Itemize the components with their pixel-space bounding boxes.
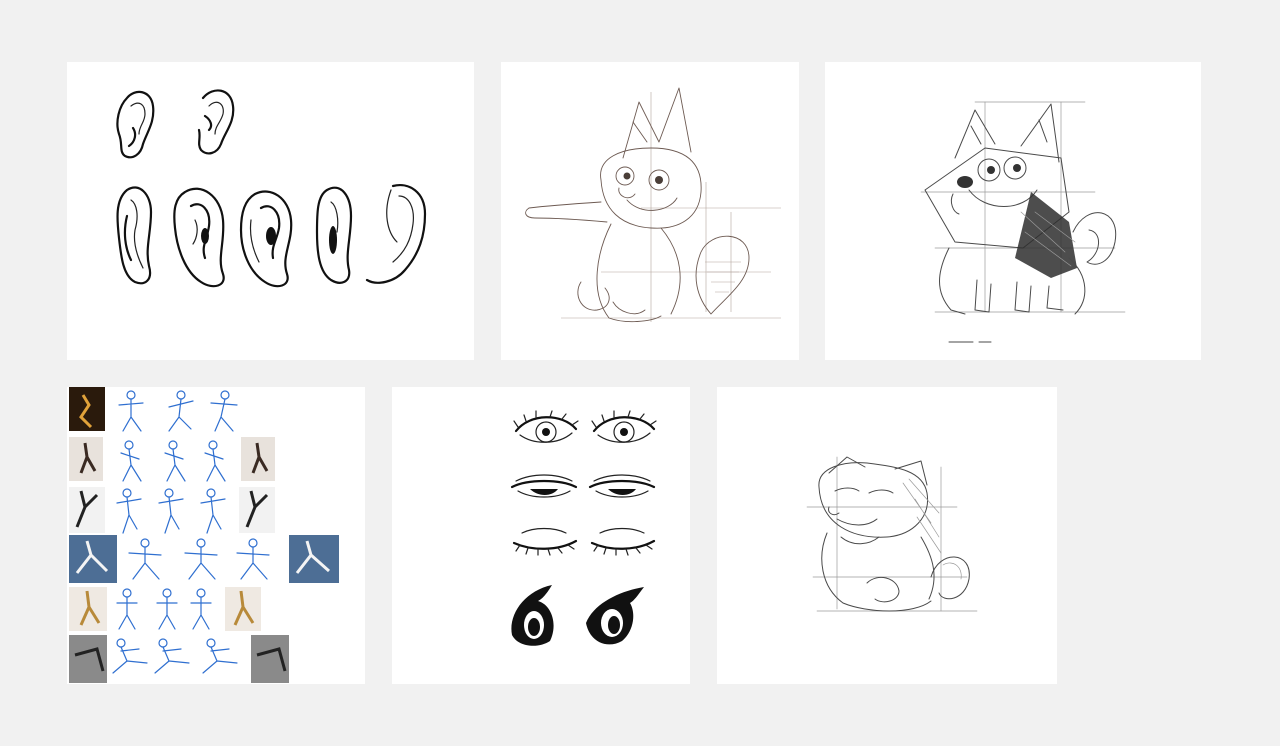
eye-open-right [591,410,657,443]
fox-sketch-card[interactable] [501,62,799,360]
husky-body [924,103,1117,315]
cat-construction-lines [806,456,978,612]
ear-large-5 [365,184,427,284]
fox-body [525,87,750,323]
eye-studies-drawing [510,410,657,646]
photo-tile [69,487,105,533]
eye-open-left [513,410,579,443]
eye-closed-left [512,527,578,556]
eye-closed-right [590,527,656,556]
ear-small-1 [116,90,155,159]
gesture-studies-card[interactable] [67,387,365,684]
husky-sketch-card[interactable] [825,62,1201,360]
ear-small-2 [197,89,235,155]
eye-half-right [588,474,656,498]
ear-studies-card[interactable] [67,62,474,360]
husky-construction-lines [920,101,1126,343]
photo-tile [251,635,289,683]
gesture-studies-drawing [69,387,339,683]
eye-anime-left [511,585,554,646]
fox-sketch-drawing [525,87,781,323]
ear-large-3 [239,190,293,288]
photo-tile [239,487,275,533]
eye-anime-right [586,587,644,645]
eye-studies-card[interactable] [392,387,690,684]
ear-studies-drawing [116,89,427,288]
reference-photos [69,387,339,683]
photo-tile [69,635,107,683]
ear-large-1 [116,186,153,285]
eye-half-left [510,474,578,498]
cat-sketch-drawing [806,456,978,612]
cat-sketch-card[interactable] [717,387,1057,684]
ear-large-4 [315,186,353,284]
fox-construction-lines [561,92,781,322]
cat-body [818,456,970,612]
husky-sketch-drawing [920,101,1126,343]
ear-large-2 [173,187,225,288]
